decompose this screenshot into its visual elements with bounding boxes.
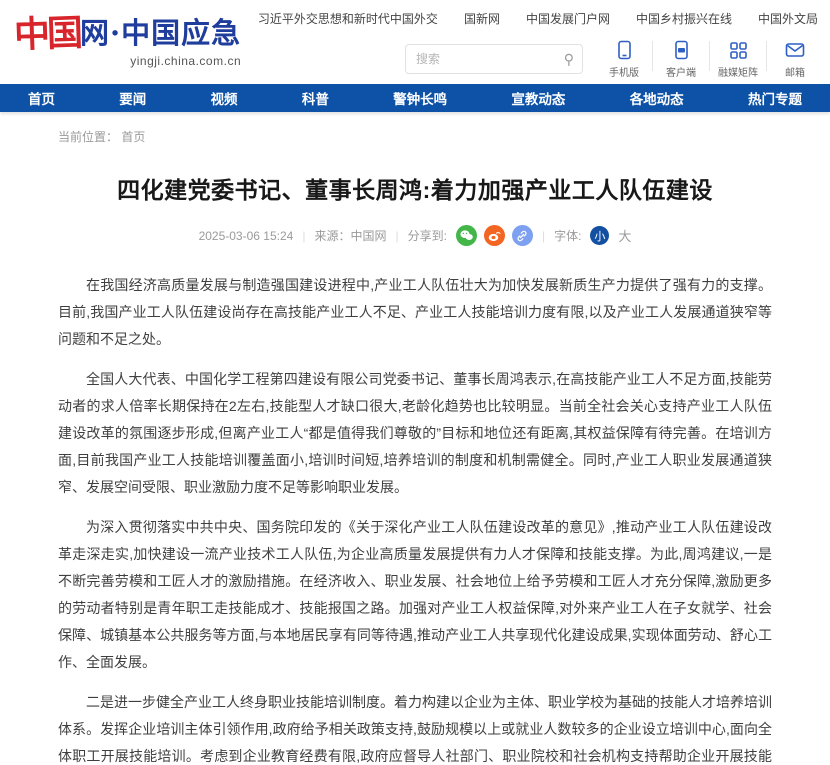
top-link-rural[interactable]: 中国乡村振兴在线 [636, 10, 732, 27]
copy-link-share-icon[interactable] [512, 225, 533, 246]
publish-date: 2025-03-06 15:24 [199, 229, 294, 243]
top-link-scio[interactable]: 国新网 [464, 10, 500, 27]
site-logo[interactable]: 中国 网·中国应急 yingji.china.com.cn [14, 0, 241, 84]
nav-item-education[interactable]: 宣教动态 [511, 88, 565, 108]
article-paragraph: 在我国经济高质量发展与制造强国建设进程中,产业工人队伍壮大为加快发展新质生产力提… [58, 272, 772, 353]
divider: | [395, 229, 398, 243]
main-nav: 首页 要闻 视频 科普 警钟长鸣 宣教动态 各地动态 热门专题 [0, 84, 830, 112]
quicklink-mobile[interactable]: 手机版 [601, 39, 647, 79]
logo-domain-text: yingji.china.com.cn [130, 54, 241, 68]
nav-item-hot-topics[interactable]: 热门专题 [748, 88, 802, 108]
article-paragraph: 全国人大代表、中国化学工程第四建设有限公司党委书记、董事长周鸿表示,在高技能产业… [58, 366, 772, 501]
top-link-cicg[interactable]: 中国外文局 [758, 10, 818, 27]
quicklink-app[interactable]: 客户端 [658, 39, 704, 79]
share-icons [456, 225, 533, 246]
divider: | [302, 229, 305, 243]
nav-item-home[interactable]: 首页 [28, 88, 55, 108]
font-large-button[interactable]: 大 [618, 226, 631, 245]
search-icon[interactable]: ⚲ [564, 51, 574, 68]
header-top-links: 习近平外交思想和新时代中国外交 国新网 中国发展门户网 中国乡村振兴在线 中国外… [258, 10, 818, 27]
grid-icon [729, 39, 748, 61]
share-label: 分享到: [408, 227, 447, 244]
wechat-share-icon[interactable] [456, 225, 477, 246]
search-box: ⚲ [405, 44, 583, 74]
article-meta: 2025-03-06 15:24 | 来源：中国网 | 分享到: | 字体: 小… [58, 225, 772, 246]
quicklink-mail[interactable]: 邮箱 [772, 39, 818, 79]
nav-item-science[interactable]: 科普 [302, 88, 329, 108]
nav-item-video[interactable]: 视频 [211, 88, 238, 108]
mail-icon [785, 39, 805, 61]
source: 来源：中国网 [314, 227, 386, 244]
article-paragraph: 为深入贯彻落实中共中央、国务院印发的《关于深化产业工人队伍建设改革的意见》,推动… [58, 514, 772, 676]
source-name[interactable]: 中国网 [350, 229, 386, 243]
app-client-icon [673, 39, 690, 61]
nav-item-regional[interactable]: 各地动态 [630, 88, 684, 108]
breadcrumb-label: 当前位置： [58, 130, 118, 144]
article-paragraph: 二是进一步健全产业工人终身职业技能培训制度。着力构建以企业为主体、职业学校为基础… [58, 689, 772, 765]
top-link-diplomacy[interactable]: 习近平外交思想和新时代中国外交 [258, 10, 438, 27]
nav-item-alarm-bell[interactable]: 警钟长鸣 [393, 88, 447, 108]
quicklink-media-matrix[interactable]: 融媒矩阵 [715, 39, 761, 79]
article-body: 在我国经济高质量发展与制造强国建设进程中,产业工人队伍壮大为加快发展新质生产力提… [58, 272, 772, 765]
divider [709, 41, 710, 71]
site-header: 中国 网·中国应急 yingji.china.com.cn 习近平外交思想和新时… [0, 0, 830, 84]
article: 四化建党委书记、董事长周鸿:着力加强产业工人队伍建设 2025-03-06 15… [58, 171, 772, 765]
header-quick-links: 手机版 客户端 融媒矩阵 [601, 39, 818, 79]
article-title: 四化建党委书记、董事长周鸿:着力加强产业工人队伍建设 [58, 171, 772, 205]
logo-brand-text: 网·中国应急 [80, 14, 241, 52]
top-link-dev-gateway[interactable]: 中国发展门户网 [526, 10, 610, 27]
divider: | [542, 229, 545, 243]
breadcrumb-home-link[interactable]: 首页 [121, 130, 145, 144]
nav-item-news[interactable]: 要闻 [119, 88, 146, 108]
font-size-label: 字体: [554, 227, 581, 244]
weibo-share-icon[interactable] [484, 225, 505, 246]
divider [766, 41, 767, 71]
mobile-phone-icon [616, 39, 633, 61]
breadcrumb: 当前位置： 首页 [58, 128, 830, 145]
divider [652, 41, 653, 71]
logo-calligraphy-mark: 中国 [13, 13, 80, 55]
font-small-button[interactable]: 小 [590, 226, 609, 245]
search-input[interactable] [416, 52, 564, 66]
